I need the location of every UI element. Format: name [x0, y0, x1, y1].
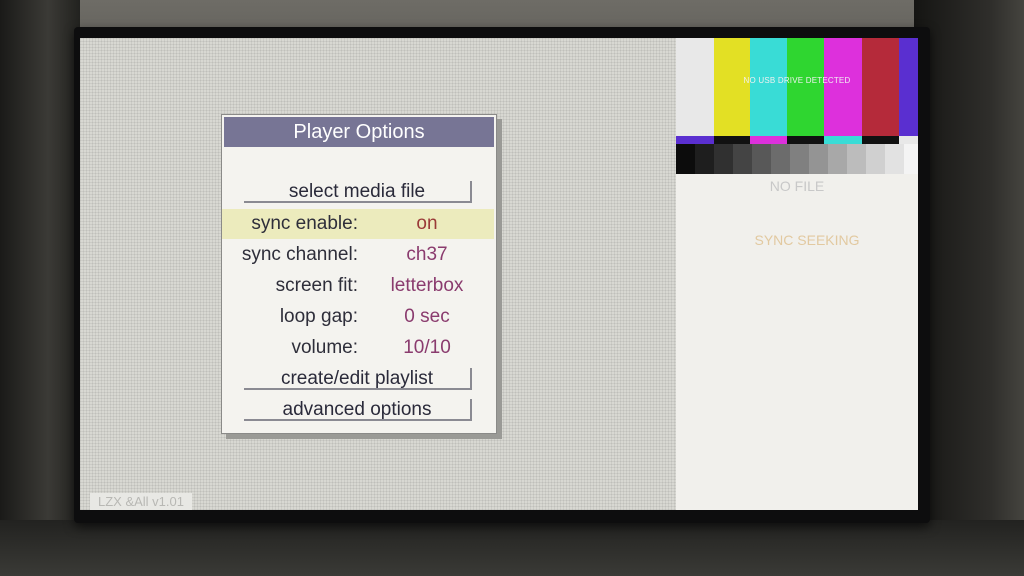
gray-step — [828, 144, 847, 174]
option-row-volume[interactable]: volume: 10/10 — [222, 333, 494, 363]
color-bar-red — [862, 38, 899, 136]
gray-step — [714, 144, 733, 174]
monitor-screen: Player Options select media file sync en… — [80, 38, 918, 510]
color-bar-sub — [750, 136, 787, 144]
color-bar-blue — [899, 38, 918, 136]
color-bar-sub — [899, 136, 918, 144]
color-bar-green — [787, 38, 824, 136]
option-label: screen fit: — [275, 275, 358, 296]
background-floor — [0, 520, 1024, 576]
advanced-options-button[interactable]: advanced options — [244, 399, 472, 421]
option-row-screen-fit[interactable]: screen fit: letterbox — [222, 271, 494, 301]
version-label: LZX &All v1.01 — [90, 493, 192, 510]
file-status-label: NO FILE — [769, 178, 825, 194]
gray-step — [809, 144, 828, 174]
player-options-dialog: Player Options select media file sync en… — [221, 114, 497, 434]
background-right-wall — [914, 0, 1024, 576]
dialog-title: Player Options — [224, 117, 494, 147]
no-usb-message: NO USB DRIVE DETECTED — [743, 76, 851, 85]
option-row-sync-channel[interactable]: sync channel: ch37 — [222, 240, 494, 270]
sync-status-label: SYNC SEEKING — [754, 232, 860, 248]
grayscale-steps — [676, 144, 918, 174]
gray-step — [904, 144, 918, 174]
option-value: letterbox — [390, 275, 464, 296]
option-value: 10/10 — [403, 337, 451, 358]
option-label: sync channel: — [241, 244, 358, 265]
gray-step — [847, 144, 866, 174]
color-bar-sub — [862, 136, 899, 144]
color-bar-sub — [787, 136, 824, 144]
color-bar-sub — [714, 136, 750, 144]
option-row-loop-gap[interactable]: loop gap: 0 sec — [222, 302, 494, 332]
menu-pane: Player Options select media file sync en… — [80, 38, 676, 510]
color-bar-magenta — [824, 38, 862, 136]
gray-step — [695, 144, 714, 174]
color-bar-yellow — [714, 38, 750, 136]
option-label: loop gap: — [279, 306, 358, 327]
gray-step — [790, 144, 809, 174]
option-row-sync-enable[interactable]: sync enable: on — [222, 209, 494, 239]
color-bar-sub — [824, 136, 862, 144]
option-value: 0 sec — [404, 306, 450, 327]
option-value: ch37 — [406, 244, 448, 265]
gray-step — [733, 144, 752, 174]
gray-step — [771, 144, 790, 174]
gray-step — [752, 144, 771, 174]
select-media-file-button[interactable]: select media file — [244, 181, 472, 203]
create-edit-playlist-button[interactable]: create/edit playlist — [244, 368, 472, 390]
option-value: on — [416, 213, 438, 234]
option-label: volume: — [291, 337, 358, 358]
color-bar-cyan — [750, 38, 787, 136]
color-bar-white — [676, 38, 714, 136]
gray-step — [885, 144, 904, 174]
color-bars-test-pattern: NO USB DRIVE DETECTED — [676, 38, 918, 144]
gray-step — [866, 144, 885, 174]
preview-pane: NO USB DRIVE DETECTED NO FILE SYNC SEEKI… — [676, 38, 918, 510]
color-bar-sub — [676, 136, 714, 144]
background-left-wall — [0, 0, 80, 576]
option-label: sync enable: — [251, 213, 358, 234]
gray-step — [676, 144, 695, 174]
